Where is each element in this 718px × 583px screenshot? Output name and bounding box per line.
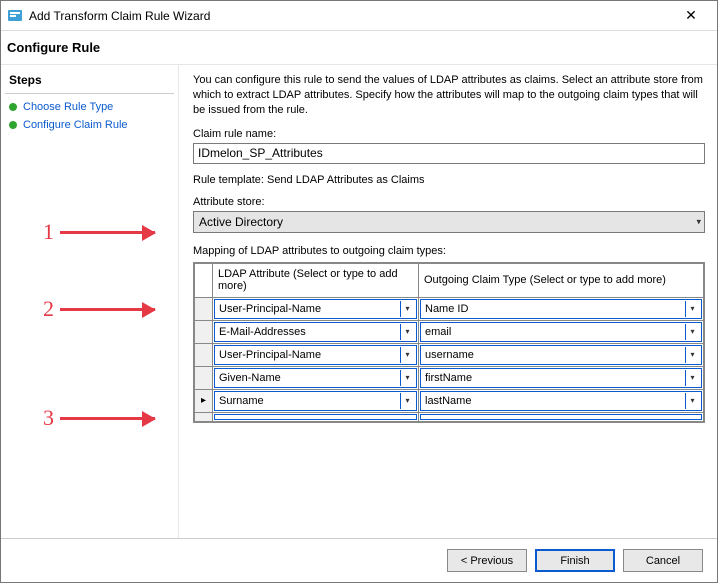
chevron-down-icon: ▾ — [696, 216, 701, 227]
wizard-window: Add Transform Claim Rule Wizard ✕ Config… — [0, 0, 718, 583]
row-header-blank — [195, 263, 213, 297]
row-indicator — [195, 320, 213, 343]
outgoing-claim-value: username — [425, 349, 474, 361]
chevron-down-icon: ▾ — [400, 301, 414, 317]
ldap-attribute-value: Given-Name — [219, 372, 281, 384]
ldap-attribute-select[interactable]: Given-Name ▾ — [214, 368, 417, 388]
table-row: User-Principal-Name ▾ Name ID ▾ — [195, 297, 704, 320]
chevron-down-icon: ▾ — [685, 324, 699, 340]
chevron-down-icon: ▾ — [685, 393, 699, 409]
steps-panel: Steps Choose Rule Type Configure Claim R… — [1, 65, 179, 538]
attribute-store-value: Active Directory — [199, 215, 283, 229]
content-panel: You can configure this rule to send the … — [179, 65, 717, 538]
steps-heading: Steps — [5, 71, 174, 94]
window-title: Add Transform Claim Rule Wizard — [29, 9, 671, 23]
footer: < Previous Finish Cancel — [1, 538, 717, 582]
outgoing-claim-select[interactable]: lastName ▾ — [420, 391, 702, 411]
cancel-button[interactable]: Cancel — [623, 549, 703, 572]
row-indicator: ▸ — [195, 389, 213, 412]
outgoing-claim-select[interactable]: username ▾ — [420, 345, 702, 365]
chevron-down-icon: ▾ — [400, 324, 414, 340]
outgoing-claim-value: email — [425, 326, 451, 338]
ldap-attribute-select[interactable]: User-Principal-Name ▾ — [214, 299, 417, 319]
attribute-store-label: Attribute store: — [193, 196, 705, 208]
outgoing-claim-select[interactable]: Name ID ▾ — [420, 299, 702, 319]
step-bullet-icon — [9, 103, 17, 111]
row-indicator — [195, 366, 213, 389]
step-label: Choose Rule Type — [23, 101, 113, 113]
titlebar: Add Transform Claim Rule Wizard ✕ — [1, 1, 717, 31]
claim-rule-name-label: Claim rule name: — [193, 128, 705, 140]
step-configure-claim-rule[interactable]: Configure Claim Rule — [5, 116, 174, 134]
column-header-ldap: LDAP Attribute (Select or type to add mo… — [213, 263, 419, 297]
table-row: ▸ Surname ▾ lastName ▾ — [195, 389, 704, 412]
body: Steps Choose Rule Type Configure Claim R… — [1, 65, 717, 538]
ldap-attribute-select[interactable]: User-Principal-Name ▾ — [214, 345, 417, 365]
chevron-down-icon: ▾ — [400, 370, 414, 386]
outgoing-claim-value: Name ID — [425, 303, 468, 315]
chevron-down-icon: ▾ — [400, 393, 414, 409]
ldap-attribute-select[interactable]: Surname ▾ — [214, 391, 417, 411]
row-indicator — [195, 343, 213, 366]
ldap-attribute-select[interactable] — [214, 414, 417, 420]
outgoing-claim-value: firstName — [425, 372, 472, 384]
mapping-grid: LDAP Attribute (Select or type to add mo… — [193, 262, 705, 423]
ldap-attribute-select[interactable]: E-Mail-Addresses ▾ — [214, 322, 417, 342]
table-row: Given-Name ▾ firstName ▾ — [195, 366, 704, 389]
row-indicator — [195, 297, 213, 320]
chevron-down-icon: ▾ — [685, 347, 699, 363]
chevron-down-icon: ▾ — [400, 347, 414, 363]
column-header-claim: Outgoing Claim Type (Select or type to a… — [419, 263, 704, 297]
app-icon — [7, 8, 23, 24]
outgoing-claim-value: lastName — [425, 395, 471, 407]
attribute-store-select[interactable]: Active Directory ▾ — [193, 211, 705, 233]
mapping-label: Mapping of LDAP attributes to outgoing c… — [193, 245, 705, 257]
close-button[interactable]: ✕ — [671, 2, 711, 30]
step-choose-rule-type[interactable]: Choose Rule Type — [5, 98, 174, 116]
table-row: E-Mail-Addresses ▾ email ▾ — [195, 320, 704, 343]
outgoing-claim-select[interactable]: firstName ▾ — [420, 368, 702, 388]
chevron-down-icon: ▾ — [685, 301, 699, 317]
rule-template-text: Rule template: Send LDAP Attributes as C… — [193, 174, 705, 186]
ldap-attribute-value: User-Principal-Name — [219, 303, 321, 315]
claim-rule-name-input[interactable] — [193, 143, 705, 164]
ldap-attribute-value: User-Principal-Name — [219, 349, 321, 361]
outgoing-claim-select[interactable]: email ▾ — [420, 322, 702, 342]
finish-button[interactable]: Finish — [535, 549, 615, 572]
outgoing-claim-select[interactable] — [420, 414, 702, 420]
page-title: Configure Rule — [1, 31, 717, 65]
ldap-attribute-value: Surname — [219, 395, 264, 407]
ldap-attribute-value: E-Mail-Addresses — [219, 326, 306, 338]
description-text: You can configure this rule to send the … — [193, 73, 705, 118]
previous-button[interactable]: < Previous — [447, 549, 527, 572]
table-row: User-Principal-Name ▾ username ▾ — [195, 343, 704, 366]
step-bullet-icon — [9, 121, 17, 129]
step-label: Configure Claim Rule — [23, 119, 128, 131]
chevron-down-icon: ▾ — [685, 370, 699, 386]
